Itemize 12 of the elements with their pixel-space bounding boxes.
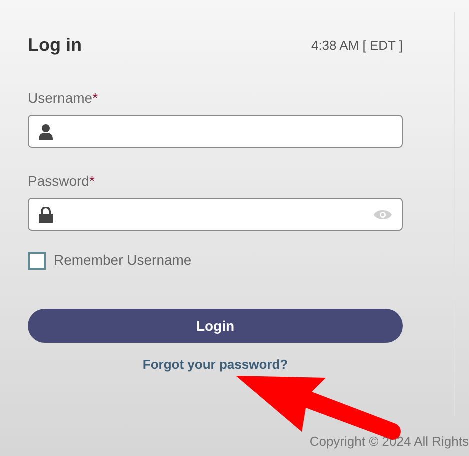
remember-label: Remember Username: [54, 251, 192, 270]
time-text: 4:38 AM [ EDT ]: [311, 36, 403, 55]
login-title: Log in: [28, 34, 82, 57]
user-icon: [39, 124, 53, 140]
password-field[interactable]: [28, 198, 403, 231]
login-button[interactable]: Login: [28, 309, 403, 343]
lock-icon: [39, 206, 53, 222]
remember-checkbox[interactable]: [28, 252, 46, 270]
field-label: Username*: [28, 89, 100, 107]
username-field[interactable]: [28, 115, 403, 148]
forgot-password-link[interactable]: Forgot your password?: [142, 357, 288, 373]
field-label: Password*: [28, 172, 96, 190]
